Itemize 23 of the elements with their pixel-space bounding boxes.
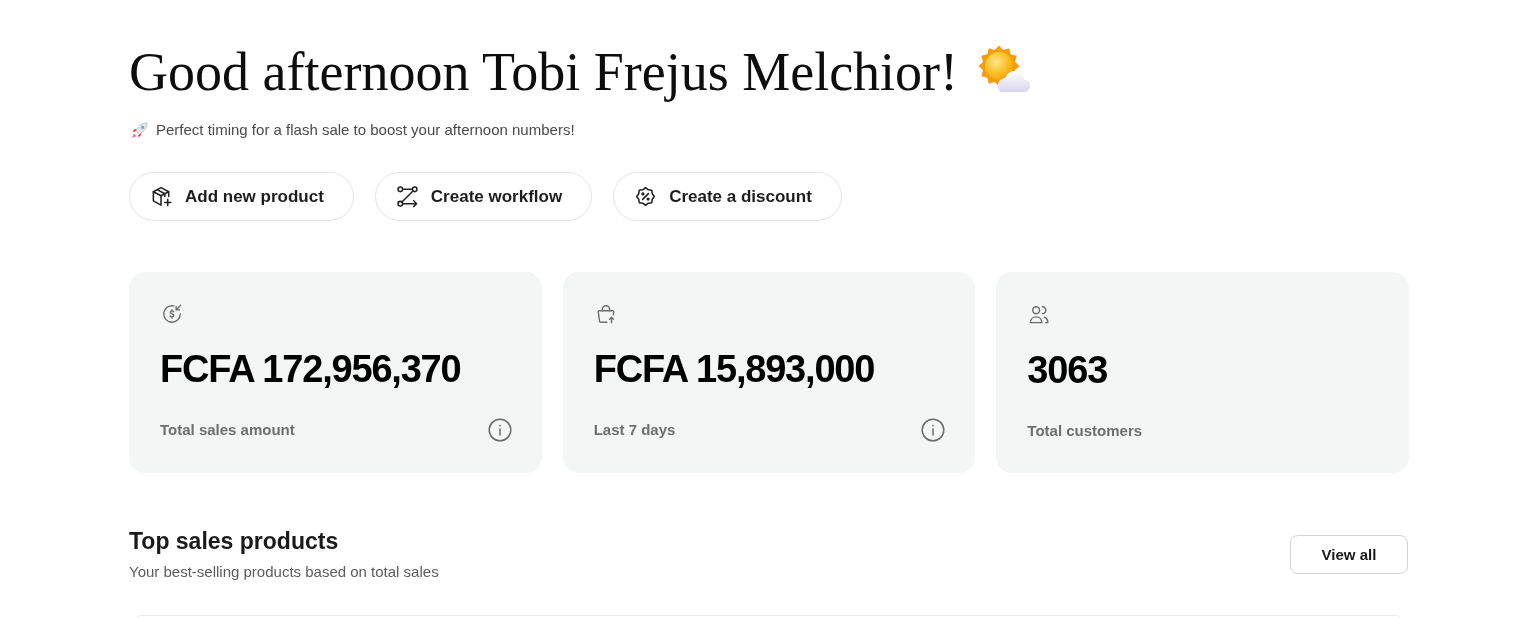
create-workflow-button[interactable]: Create workflow xyxy=(374,172,593,221)
add-product-button[interactable]: Add new product xyxy=(129,172,354,221)
sun-cloud-icon xyxy=(978,45,1031,95)
stat-value: 3063 xyxy=(1027,348,1108,393)
tip-text: Perfect timing for a flash sale to boost your afternoon numbers! xyxy=(156,120,575,140)
info-icon[interactable] xyxy=(921,418,946,442)
box-plus-icon xyxy=(150,185,173,208)
discount-badge-icon xyxy=(634,185,658,208)
section-subtitle: Your best-selling products based on total sales xyxy=(129,562,439,582)
workflow-icon xyxy=(395,185,419,208)
section-title: Top sales products xyxy=(129,527,339,555)
create-discount-button[interactable]: Create a discount xyxy=(613,172,842,221)
dollar-circle-icon xyxy=(160,303,184,325)
stat-label: Total sales amount xyxy=(160,420,295,440)
stat-value: FCFA 15,893,000 xyxy=(593,347,875,392)
rocket-icon xyxy=(131,121,148,139)
view-all-button[interactable]: View all xyxy=(1290,535,1408,574)
stat-label: Last 7 days xyxy=(593,420,676,440)
stat-label: Total customers xyxy=(1027,420,1143,441)
info-icon[interactable] xyxy=(487,418,512,442)
users-icon xyxy=(1027,303,1052,326)
stat-value: FCFA 172,956,370 xyxy=(160,347,461,392)
greeting-title: Good afternoon Tobi Frejus Melchior! xyxy=(129,41,959,104)
